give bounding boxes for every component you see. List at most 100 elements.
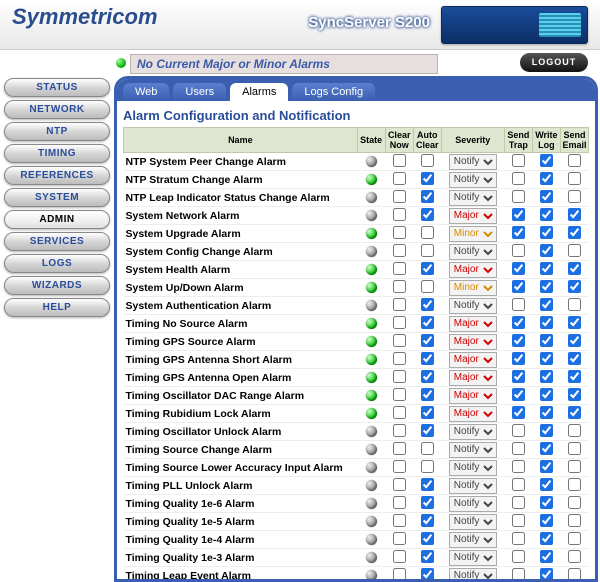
write_log-checkbox[interactable] (540, 352, 553, 365)
send_email-checkbox[interactable] (568, 478, 581, 491)
clear_now-checkbox[interactable] (393, 550, 406, 563)
severity-select[interactable]: NotifyMinorMajor (449, 280, 497, 296)
severity-select[interactable]: NotifyMinorMajor (449, 244, 497, 260)
severity-select[interactable]: NotifyMinorMajor (449, 190, 497, 206)
tab-web[interactable]: Web (123, 83, 169, 101)
severity-select[interactable]: NotifyMinorMajor (449, 370, 497, 386)
send_email-checkbox[interactable] (568, 280, 581, 293)
clear_now-checkbox[interactable] (393, 442, 406, 455)
auto_clear-checkbox[interactable] (421, 190, 434, 203)
clear_now-checkbox[interactable] (393, 568, 406, 580)
auto_clear-checkbox[interactable] (421, 388, 434, 401)
clear_now-checkbox[interactable] (393, 208, 406, 221)
sidebar-item-ntp[interactable]: NTP (4, 122, 110, 141)
clear_now-checkbox[interactable] (393, 514, 406, 527)
auto_clear-checkbox[interactable] (421, 550, 434, 563)
clear_now-checkbox[interactable] (393, 478, 406, 491)
send_trap-checkbox[interactable] (512, 298, 525, 311)
send_trap-checkbox[interactable] (512, 514, 525, 527)
send_email-checkbox[interactable] (568, 496, 581, 509)
send_email-checkbox[interactable] (568, 352, 581, 365)
severity-select[interactable]: NotifyMinorMajor (449, 208, 497, 224)
clear_now-checkbox[interactable] (393, 298, 406, 311)
severity-select[interactable]: NotifyMinorMajor (449, 460, 497, 476)
severity-select[interactable]: NotifyMinorMajor (449, 352, 497, 368)
send_email-checkbox[interactable] (568, 262, 581, 275)
send_email-checkbox[interactable] (568, 568, 581, 580)
tab-alarms[interactable]: Alarms (230, 83, 288, 101)
clear_now-checkbox[interactable] (393, 424, 406, 437)
send_trap-checkbox[interactable] (512, 496, 525, 509)
send_trap-checkbox[interactable] (512, 244, 525, 257)
send_trap-checkbox[interactable] (512, 190, 525, 203)
severity-select[interactable]: NotifyMinorMajor (449, 550, 497, 566)
auto_clear-checkbox[interactable] (421, 460, 434, 473)
clear_now-checkbox[interactable] (393, 532, 406, 545)
send_email-checkbox[interactable] (568, 316, 581, 329)
tab-users[interactable]: Users (173, 83, 226, 101)
sidebar-item-network[interactable]: NETWORK (4, 100, 110, 119)
send_email-checkbox[interactable] (568, 244, 581, 257)
send_trap-checkbox[interactable] (512, 532, 525, 545)
send_trap-checkbox[interactable] (512, 478, 525, 491)
send_email-checkbox[interactable] (568, 154, 581, 167)
severity-select[interactable]: NotifyMinorMajor (449, 298, 497, 314)
send_trap-checkbox[interactable] (512, 172, 525, 185)
clear_now-checkbox[interactable] (393, 244, 406, 257)
send_trap-checkbox[interactable] (512, 208, 525, 221)
sidebar-item-help[interactable]: HELP (4, 298, 110, 317)
sidebar-item-system[interactable]: SYSTEM (4, 188, 110, 207)
clear_now-checkbox[interactable] (393, 370, 406, 383)
write_log-checkbox[interactable] (540, 334, 553, 347)
send_trap-checkbox[interactable] (512, 442, 525, 455)
write_log-checkbox[interactable] (540, 316, 553, 329)
severity-select[interactable]: NotifyMinorMajor (449, 406, 497, 422)
auto_clear-checkbox[interactable] (421, 208, 434, 221)
write_log-checkbox[interactable] (540, 244, 553, 257)
write_log-checkbox[interactable] (540, 190, 553, 203)
sidebar-item-status[interactable]: STATUS (4, 78, 110, 97)
auto_clear-checkbox[interactable] (421, 262, 434, 275)
write_log-checkbox[interactable] (540, 550, 553, 563)
write_log-checkbox[interactable] (540, 154, 553, 167)
auto_clear-checkbox[interactable] (421, 334, 434, 347)
write_log-checkbox[interactable] (540, 514, 553, 527)
send_trap-checkbox[interactable] (512, 406, 525, 419)
send_trap-checkbox[interactable] (512, 568, 525, 580)
write_log-checkbox[interactable] (540, 298, 553, 311)
send_trap-checkbox[interactable] (512, 388, 525, 401)
clear_now-checkbox[interactable] (393, 496, 406, 509)
send_trap-checkbox[interactable] (512, 262, 525, 275)
send_trap-checkbox[interactable] (512, 154, 525, 167)
auto_clear-checkbox[interactable] (421, 154, 434, 167)
send_email-checkbox[interactable] (568, 190, 581, 203)
send_trap-checkbox[interactable] (512, 370, 525, 383)
write_log-checkbox[interactable] (540, 208, 553, 221)
write_log-checkbox[interactable] (540, 532, 553, 545)
send_trap-checkbox[interactable] (512, 550, 525, 563)
clear_now-checkbox[interactable] (393, 352, 406, 365)
severity-select[interactable]: NotifyMinorMajor (449, 316, 497, 332)
send_email-checkbox[interactable] (568, 406, 581, 419)
severity-select[interactable]: NotifyMinorMajor (449, 442, 497, 458)
clear_now-checkbox[interactable] (393, 406, 406, 419)
write_log-checkbox[interactable] (540, 370, 553, 383)
severity-select[interactable]: NotifyMinorMajor (449, 262, 497, 278)
severity-select[interactable]: NotifyMinorMajor (449, 226, 497, 242)
clear_now-checkbox[interactable] (393, 334, 406, 347)
clear_now-checkbox[interactable] (393, 316, 406, 329)
write_log-checkbox[interactable] (540, 460, 553, 473)
send_trap-checkbox[interactable] (512, 352, 525, 365)
write_log-checkbox[interactable] (540, 424, 553, 437)
send_trap-checkbox[interactable] (512, 226, 525, 239)
send_email-checkbox[interactable] (568, 172, 581, 185)
write_log-checkbox[interactable] (540, 388, 553, 401)
tab-logsconfig[interactable]: Logs Config (292, 83, 375, 101)
send_email-checkbox[interactable] (568, 532, 581, 545)
logout-button[interactable]: LOGOUT (520, 53, 588, 72)
auto_clear-checkbox[interactable] (421, 298, 434, 311)
severity-select[interactable]: NotifyMinorMajor (449, 514, 497, 530)
clear_now-checkbox[interactable] (393, 388, 406, 401)
sidebar-item-timing[interactable]: TIMING (4, 144, 110, 163)
write_log-checkbox[interactable] (540, 442, 553, 455)
